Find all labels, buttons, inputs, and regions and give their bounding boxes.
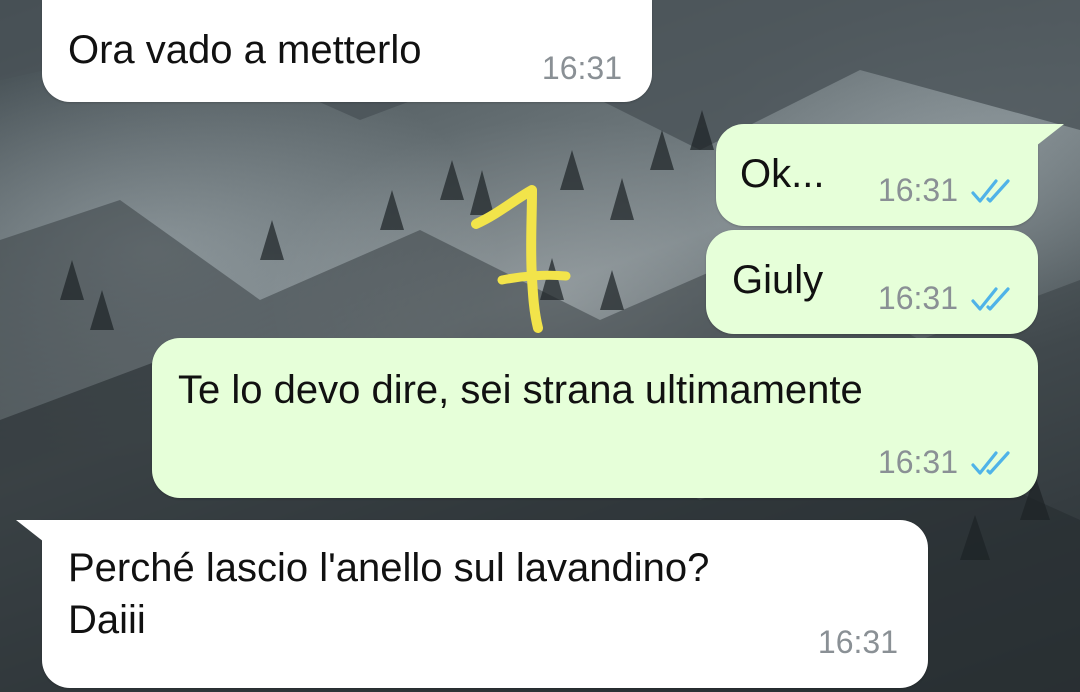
message-bubble-incoming[interactable]: Ora vado a metterlo 16:31 (42, 0, 652, 102)
double-check-read-icon (971, 450, 1010, 475)
message-meta: 16:31 (542, 50, 622, 87)
message-meta: 16:31 (878, 172, 1016, 209)
handwritten-number-1-annotation-icon (471, 185, 571, 333)
message-meta: 16:31 (818, 624, 898, 661)
message-text: Ok... (740, 152, 825, 196)
double-check-read-icon (971, 178, 1010, 203)
message-bubble-outgoing[interactable]: Te lo devo dire, sei strana ultimamente … (152, 338, 1038, 498)
message-text: Perché lascio l'anello sul lavandino? Da… (68, 546, 710, 642)
message-timestamp: 16:31 (877, 444, 958, 480)
message-bubble-outgoing[interactable]: Ok... 16:31 (716, 124, 1064, 226)
bubble-tail (16, 520, 44, 542)
message-timestamp: 16:31 (877, 172, 958, 208)
message-text: Giuly (732, 258, 824, 302)
message-bubble-outgoing[interactable]: Giuly 16:31 (706, 230, 1038, 334)
message-timestamp: 16:31 (817, 624, 898, 660)
message-timestamp: 16:31 (541, 50, 622, 86)
message-text: Te lo devo dire, sei strana ultimamente (178, 368, 863, 412)
message-meta: 16:31 (878, 444, 1016, 481)
message-meta: 16:31 (878, 280, 1016, 317)
message-bubble-incoming[interactable]: Perché lascio l'anello sul lavandino? Da… (16, 520, 928, 688)
double-check-read-icon (971, 286, 1010, 311)
bubble-tail (1036, 124, 1064, 146)
message-timestamp: 16:31 (877, 280, 958, 316)
message-text: Ora vado a metterlo (68, 28, 422, 72)
